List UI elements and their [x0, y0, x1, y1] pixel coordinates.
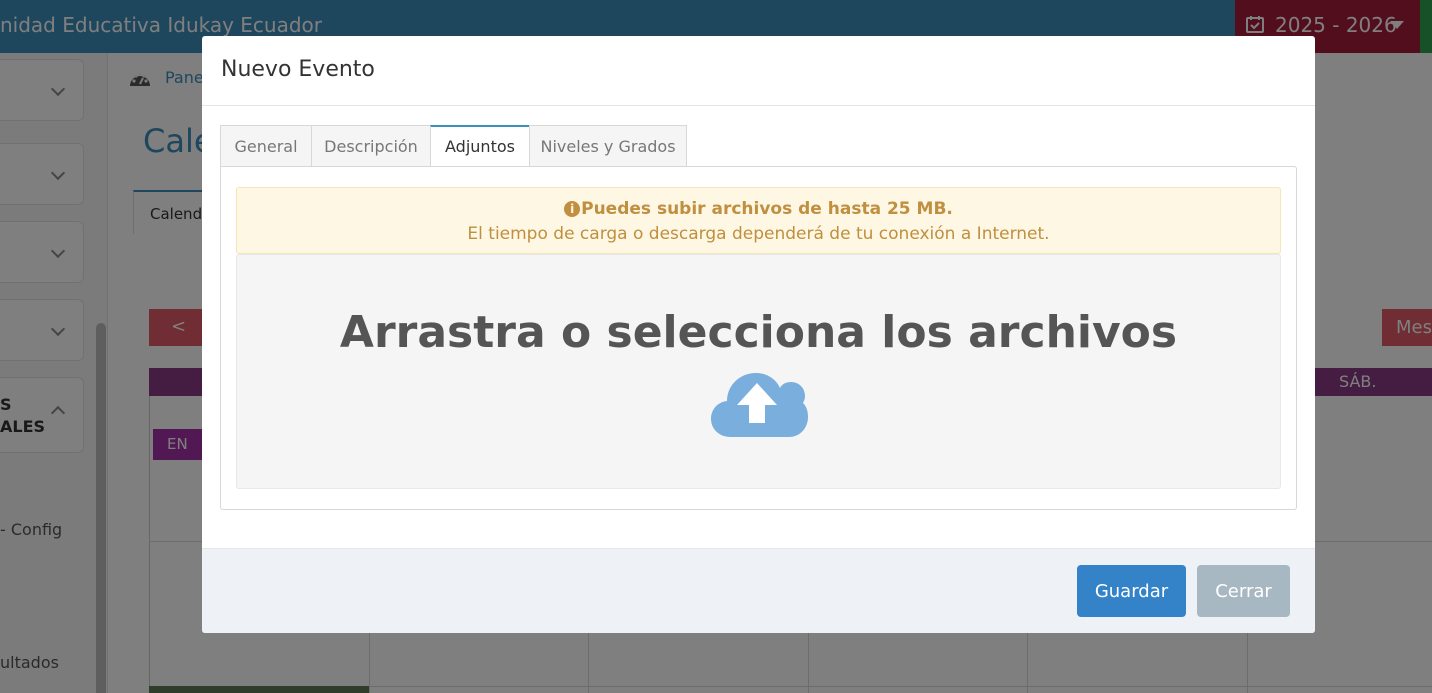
tab-descripcion-label: Descripción: [324, 137, 418, 156]
upload-warning-alert: i Puedes subir archivos de hasta 25 MB. E…: [236, 187, 1281, 254]
info-circle-icon: i: [564, 201, 581, 217]
save-button[interactable]: Guardar: [1077, 565, 1186, 617]
dropzone-text: Arrastra o selecciona los archivos: [339, 307, 1178, 358]
new-event-modal: Nuevo Evento General Descripción Adjunto…: [202, 36, 1315, 633]
tab-descripcion[interactable]: Descripción: [311, 125, 431, 167]
alert-line-1: i Puedes subir archivos de hasta 25 MB.: [237, 199, 1280, 219]
cloud-upload-icon: [711, 373, 808, 437]
tab-general[interactable]: General: [220, 125, 312, 167]
alert-line-2: El tiempo de carga o descarga dependerá …: [467, 224, 1050, 244]
attachments-panel: i Puedes subir archivos de hasta 25 MB. E…: [220, 166, 1297, 510]
modal-header-divider: [202, 105, 1315, 106]
close-button[interactable]: Cerrar: [1197, 565, 1290, 617]
modal-footer: Guardar Cerrar: [202, 548, 1315, 633]
tab-niveles-grados-label: Niveles y Grados: [540, 137, 676, 156]
tab-niveles-grados[interactable]: Niveles y Grados: [529, 125, 687, 167]
file-dropzone[interactable]: Arrastra o selecciona los archivos: [236, 254, 1281, 489]
alert-line-1-text: Puedes subir archivos de hasta 25 MB.: [581, 199, 953, 219]
tab-adjuntos-label: Adjuntos: [445, 137, 515, 156]
modal-title: Nuevo Evento: [221, 57, 375, 82]
tab-general-label: General: [234, 137, 298, 156]
tab-adjuntos[interactable]: Adjuntos: [430, 125, 530, 167]
